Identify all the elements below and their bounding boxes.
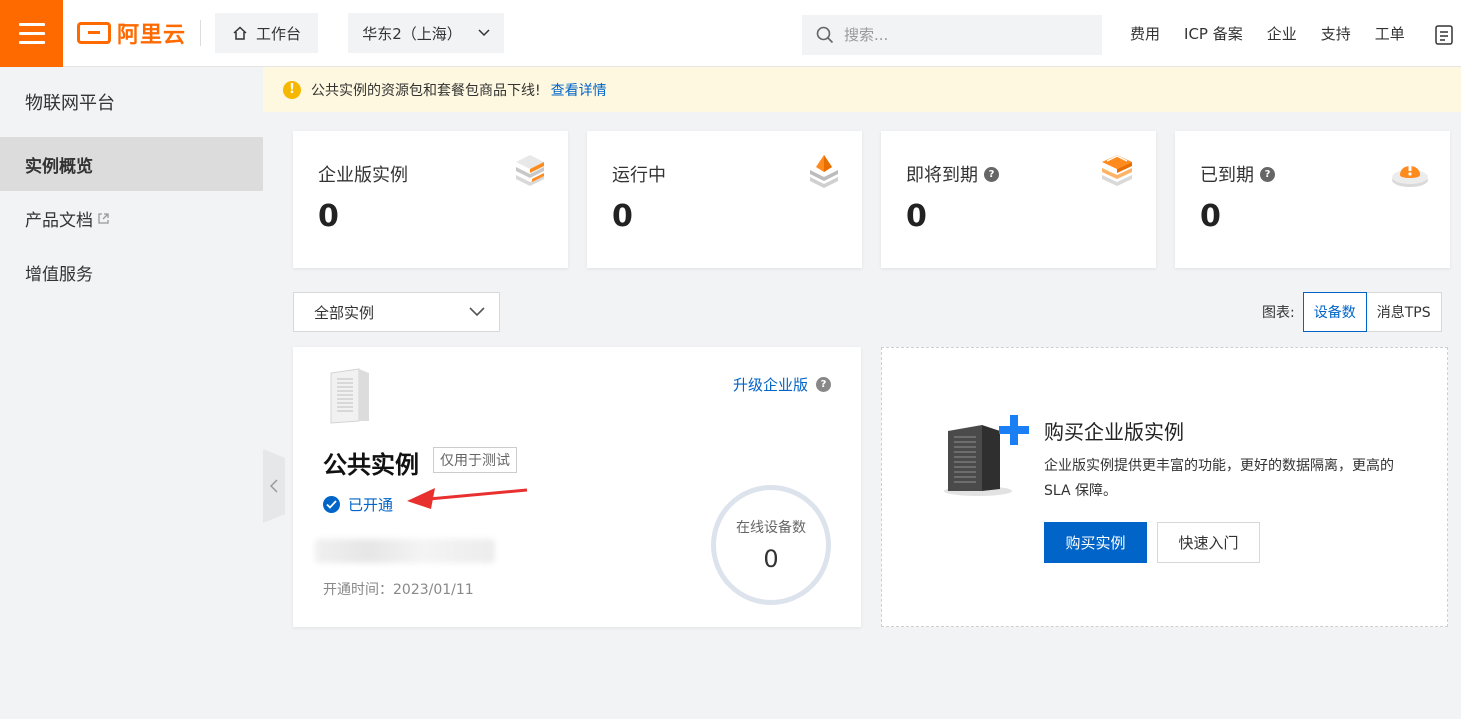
buy-instance-button[interactable]: 购买实例 — [1044, 522, 1147, 563]
hamburger-menu-button[interactable] — [0, 0, 63, 67]
expiring-stack-icon — [1102, 155, 1132, 186]
upgrade-label: 升级企业版 — [732, 376, 808, 394]
logo-mark-icon — [77, 22, 111, 44]
stat-label-text: 已到期 — [1200, 165, 1254, 186]
status-activated: 已开通 — [323, 494, 393, 515]
sidebar-item-product-docs[interactable]: 产品文档 — [0, 191, 263, 245]
alert-stack-icon — [1392, 163, 1428, 187]
stat-label: 即将到期 ? — [906, 161, 999, 187]
running-stack-icon — [810, 155, 838, 188]
search-input[interactable] — [844, 26, 1084, 44]
stat-card-expired: 已到期 ? 0 — [1175, 131, 1450, 268]
buy-enterprise-card: 购买企业版实例 企业版实例提供更丰富的功能，更好的数据隔离，更高的 SLA 保障… — [881, 347, 1448, 627]
stat-value: 0 — [612, 199, 633, 234]
check-circle-icon — [323, 496, 340, 513]
top-link-support[interactable]: 支持 — [1321, 23, 1351, 44]
open-time: 开通时间：2023/01/11 — [323, 582, 474, 598]
chart-toggle: 图表: 设备数 消息TPS — [1262, 292, 1442, 332]
chevron-left-icon — [270, 479, 278, 493]
top-links: 费用 ICP 备案 企业 支持 工单 — [1130, 0, 1405, 67]
buy-title: 购买企业版实例 — [1044, 420, 1184, 444]
sidebar-item-value-added[interactable]: 增值服务 — [0, 245, 263, 299]
blurred-instance-id — [315, 539, 495, 563]
workbench-button[interactable]: 工作台 — [215, 13, 319, 53]
public-instance-card[interactable]: 升级企业版 ? 公共实例 仅用于测试 已开通 开通时间：2023/01/11 在… — [293, 347, 861, 627]
search-icon — [816, 26, 834, 44]
help-icon[interactable]: ? — [816, 377, 831, 392]
stat-label: 已到期 ? — [1200, 161, 1275, 187]
server-icon — [330, 368, 369, 424]
stat-label: 运行中 — [612, 161, 666, 187]
chart-option-label: 消息TPS — [1376, 305, 1431, 321]
stat-value: 0 — [318, 199, 339, 234]
sidebar-collapse-handle[interactable] — [263, 449, 285, 523]
notice-bar: ! 公共实例的资源包和套餐包商品下线! 查看详情 — [263, 67, 1461, 112]
stat-label-text: 企业版实例 — [318, 165, 408, 186]
stat-card-expiring: 即将到期 ? 0 — [881, 131, 1156, 268]
menu-line — [18, 22, 45, 26]
instance-filter-value: 全部实例 — [314, 303, 375, 322]
app-icon[interactable] — [1434, 24, 1454, 46]
gauge-label: 在线设备数 — [736, 520, 806, 536]
upgrade-enterprise-link[interactable]: 升级企业版 ? — [733, 374, 831, 395]
top-link-ticket[interactable]: 工单 — [1375, 23, 1405, 44]
sidebar-item-label: 产品文档 — [25, 210, 93, 231]
sidebar-item-instance-overview[interactable]: 实例概览 — [0, 137, 263, 191]
divider — [200, 20, 202, 46]
chart-option-message-tps[interactable]: 消息TPS — [1366, 292, 1442, 332]
quick-start-button[interactable]: 快速入门 — [1157, 522, 1260, 563]
top-link-fees[interactable]: 费用 — [1130, 23, 1160, 44]
external-link-icon — [98, 212, 109, 224]
stat-label: 企业版实例 — [318, 161, 408, 187]
buy-description: 企业版实例提供更丰富的功能，更好的数据隔离，更高的 SLA 保障。 — [1044, 458, 1394, 499]
aliyun-logo[interactable]: 阿里云 — [77, 17, 186, 49]
menu-line — [18, 40, 45, 44]
chart-label: 图表: — [1262, 305, 1295, 321]
help-icon[interactable]: ? — [984, 166, 999, 182]
annotation-arrow-icon — [407, 488, 528, 509]
status-text: 已开通 — [348, 496, 394, 514]
sidebar-item-label: 实例概览 — [25, 156, 93, 177]
search-box[interactable] — [802, 15, 1102, 55]
home-icon — [233, 26, 247, 40]
gauge-value: 0 — [763, 545, 779, 573]
notice-text: 公共实例的资源包和套餐包商品下线! — [311, 82, 541, 99]
chart-option-device-count[interactable]: 设备数 — [1302, 292, 1367, 332]
stat-card-running: 运行中 0 — [587, 131, 862, 268]
menu-line — [18, 31, 45, 35]
stat-value: 0 — [1200, 199, 1221, 234]
stat-card-enterprise: 企业版实例 0 — [293, 131, 568, 268]
online-device-gauge: 在线设备数 0 — [711, 485, 831, 605]
stat-label-text: 即将到期 — [906, 165, 978, 186]
chevron-down-icon — [469, 307, 485, 317]
instance-filter-select[interactable]: 全部实例 — [293, 292, 500, 332]
sidebar-item-label: 增值服务 — [25, 264, 93, 285]
logo-text: 阿里云 — [117, 23, 187, 48]
sidebar-title: 物联网平台 — [25, 93, 115, 114]
region-selector[interactable]: 华东2（上海） — [348, 13, 505, 53]
public-instance-title: 公共实例 — [323, 451, 419, 479]
region-label: 华东2（上海） — [362, 24, 462, 43]
workbench-label: 工作台 — [256, 24, 302, 43]
top-link-enterprise[interactable]: 企业 — [1267, 23, 1297, 44]
top-link-icp[interactable]: ICP 备案 — [1184, 23, 1243, 44]
server-add-icon — [944, 415, 1029, 496]
stat-value: 0 — [906, 199, 927, 234]
notice-details-link[interactable]: 查看详情 — [551, 80, 607, 100]
sidebar: 物联网平台 实例概览 产品文档 增值服务 — [0, 67, 263, 719]
test-only-tag: 仅用于测试 — [433, 447, 517, 473]
layers-stack-icon — [516, 155, 544, 186]
warning-icon: ! — [283, 80, 301, 99]
stat-label-text: 运行中 — [612, 165, 666, 186]
top-bar: 阿里云 工作台 华东2（上海） 费用 ICP 备案 企业 支持 工单 — [0, 0, 1461, 67]
chevron-down-icon — [478, 29, 490, 37]
help-icon[interactable]: ? — [1260, 166, 1275, 182]
chart-option-label: 设备数 — [1313, 305, 1356, 321]
